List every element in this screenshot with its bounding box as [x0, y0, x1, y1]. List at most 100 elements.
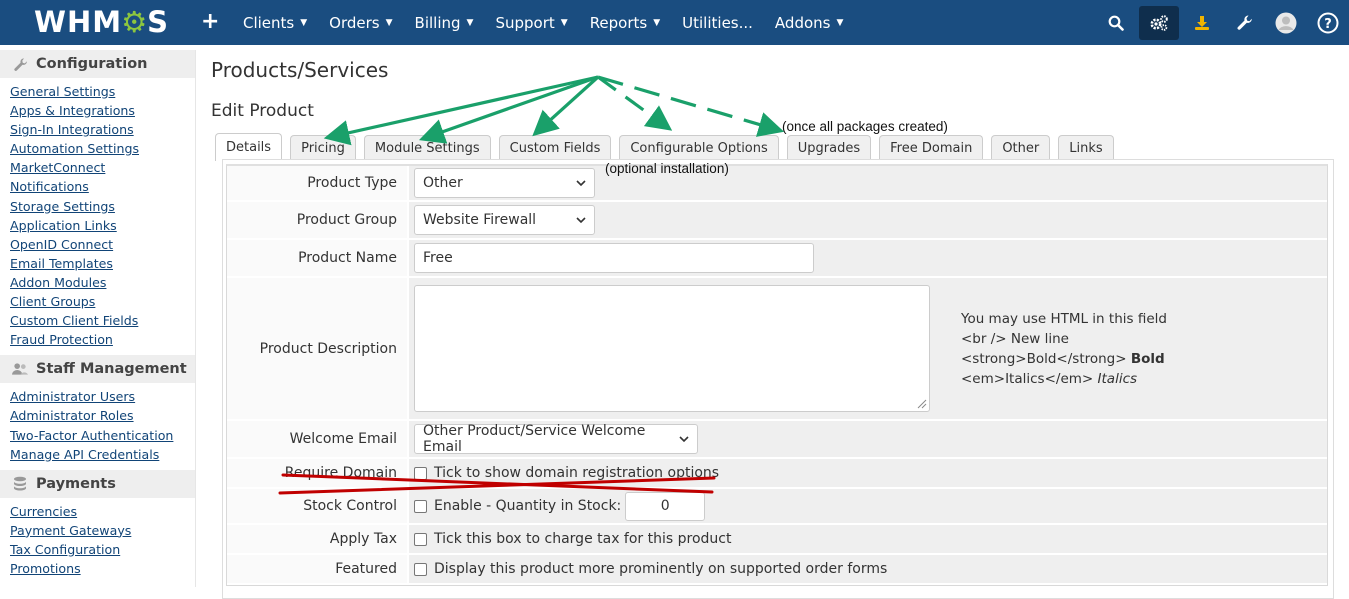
apply-tax-field: Tick this box to charge tax for this pro… [407, 525, 1327, 553]
user-avatar-icon[interactable] [1265, 0, 1307, 45]
wrench-icon[interactable] [1223, 0, 1265, 45]
menu-billing[interactable]: Billing ▼ [404, 0, 485, 45]
section-title: Edit Product [211, 101, 314, 121]
menu-reports-label: Reports [589, 13, 648, 32]
product-tabs: Details Pricing Module Settings Custom F… [215, 133, 1122, 161]
sidebar: Configuration General Settings Apps & In… [0, 50, 196, 587]
sidebar-link[interactable]: Currencies [10, 502, 195, 521]
product-name-label: Product Name [227, 240, 407, 276]
sidebar-link[interactable]: Manage API Credentials [10, 445, 195, 464]
product-type-select[interactable]: Other [414, 168, 595, 198]
sidebar-link[interactable]: Automation Settings [10, 139, 195, 158]
sidebar-link[interactable]: Administrator Users [10, 387, 195, 406]
apply-tax-checkbox[interactable] [414, 532, 427, 546]
help-bold-result: Bold [1130, 350, 1165, 367]
menu-addons[interactable]: Addons ▼ [764, 0, 854, 45]
top-navbar: WHM ⚙ S + Clients ▼ Orders ▼ Billing ▼ Suppor… [0, 0, 1349, 45]
chevron-down-icon: ▼ [653, 17, 661, 28]
sidebar-link[interactable]: General Settings [10, 82, 195, 101]
sidebar-link[interactable]: Client Groups [10, 292, 195, 311]
menu-billing-label: Billing [414, 13, 461, 32]
help-line-2: <br /> New line [961, 330, 1069, 347]
sidebar-link[interactable]: Fraud Protection [10, 330, 195, 349]
featured-label: Featured [227, 555, 407, 583]
row-product-description: Product Description You may use HTML in … [227, 278, 1327, 421]
featured-field: Display this product more prominently on… [407, 555, 1327, 583]
help-icon[interactable]: ? [1307, 0, 1349, 45]
product-group-select[interactable]: Website Firewall [414, 205, 595, 235]
sidebar-link[interactable]: Apps & Integrations [10, 101, 195, 120]
product-type-field: Other [407, 166, 1327, 200]
tab-pricing[interactable]: Pricing [290, 135, 356, 161]
sidebar-link[interactable]: Application Links [10, 216, 195, 235]
cogs-icon[interactable] [1139, 5, 1179, 40]
sidebar-link[interactable]: Sign-In Integrations [10, 120, 195, 139]
coins-icon [12, 476, 28, 491]
require-domain-text: Tick to show domain registration options [434, 465, 720, 481]
menu-utilities-label: Utilities... [682, 13, 753, 32]
quick-add-button[interactable]: + [201, 9, 219, 34]
tab-details[interactable]: Details [215, 133, 283, 161]
sidebar-link[interactable]: Administrator Roles [10, 406, 195, 425]
sidebar-link[interactable]: Custom Client Fields [10, 311, 195, 330]
tab-upgrades[interactable]: Upgrades [786, 135, 872, 161]
row-product-name: Product Name Free [227, 240, 1327, 278]
product-form: Product Type Other Product Group Website… [226, 164, 1328, 586]
sidebar-link[interactable]: Promotions [10, 559, 195, 578]
sidebar-link[interactable]: Email Templates [10, 254, 195, 273]
tab-custom-fields[interactable]: Custom Fields [498, 135, 612, 161]
chevron-down-icon [679, 433, 689, 446]
help-italic-result: Italics [1097, 370, 1138, 387]
tab-module-settings[interactable]: Module Settings [363, 135, 491, 161]
menu-orders[interactable]: Orders ▼ [318, 0, 403, 45]
sidebar-link[interactable]: Tax Configuration [10, 540, 195, 559]
sidebar-link[interactable]: OpenID Connect [10, 235, 195, 254]
help-italic-code: <em>Italics</em> [961, 370, 1098, 387]
stock-control-checkbox[interactable] [414, 499, 427, 513]
chevron-down-icon: ▼ [385, 17, 393, 28]
sidebar-section-title: Configuration [36, 56, 148, 72]
row-apply-tax: Apply Tax Tick this box to charge tax fo… [227, 525, 1327, 555]
chevron-down-icon: ▼ [560, 17, 568, 28]
welcome-email-select[interactable]: Other Product/Service Welcome Email [414, 423, 698, 455]
product-name-field: Free [407, 240, 1327, 276]
tab-configurable-options[interactable]: Configurable Options [619, 135, 779, 161]
help-line-4: <em>Italics</em> Italics [961, 369, 1167, 389]
users-icon [12, 362, 28, 376]
product-name-input[interactable]: Free [414, 243, 814, 273]
tab-other[interactable]: Other [991, 135, 1051, 161]
menu-utilities[interactable]: Utilities... [671, 0, 764, 45]
apply-tax-label: Apply Tax [227, 525, 407, 553]
tab-links[interactable]: Links [1058, 135, 1114, 161]
sidebar-link[interactable]: Addon Modules [10, 273, 195, 292]
require-domain-field: Tick to show domain registration options [407, 459, 1327, 487]
sidebar-link[interactable]: Payment Gateways [10, 521, 195, 540]
product-details-panel: Product Type Other Product Group Website… [222, 159, 1334, 599]
stock-quantity-input[interactable]: 0 [625, 491, 706, 521]
row-welcome-email: Welcome Email Other Product/Service Welc… [227, 421, 1327, 459]
require-domain-checkbox[interactable] [414, 466, 427, 480]
row-stock-control: Stock Control Enable - Quantity in Stock… [227, 489, 1327, 525]
menu-reports[interactable]: Reports ▼ [579, 0, 671, 45]
menu-support[interactable]: Support ▼ [484, 0, 578, 45]
resize-handle-icon[interactable] [915, 397, 927, 409]
sidebar-link[interactable]: MarketConnect [10, 158, 195, 177]
download-icon[interactable] [1181, 0, 1223, 45]
logo-gear-icon: ⚙ [121, 5, 149, 39]
featured-checkbox[interactable] [414, 562, 427, 576]
product-description-label: Product Description [227, 278, 407, 419]
product-description-field: You may use HTML in this field <br /> Ne… [407, 278, 1327, 419]
annotation-configurable-note: (optional installation) [605, 161, 729, 176]
sidebar-link[interactable]: Notifications [10, 177, 195, 196]
nav-icon-group: ? [1095, 0, 1349, 45]
menu-support-label: Support [495, 13, 555, 32]
sidebar-link[interactable]: Storage Settings [10, 197, 195, 216]
chevron-down-icon: ▼ [466, 17, 474, 28]
sidebar-link[interactable]: Two-Factor Authentication [10, 426, 195, 445]
product-description-textarea[interactable] [414, 285, 930, 412]
whmcs-logo[interactable]: WHM ⚙ S [34, 5, 169, 39]
search-icon[interactable] [1095, 0, 1137, 45]
tab-free-domain[interactable]: Free Domain [879, 135, 984, 161]
row-product-type: Product Type Other [227, 166, 1327, 202]
menu-clients[interactable]: Clients ▼ [232, 0, 318, 45]
